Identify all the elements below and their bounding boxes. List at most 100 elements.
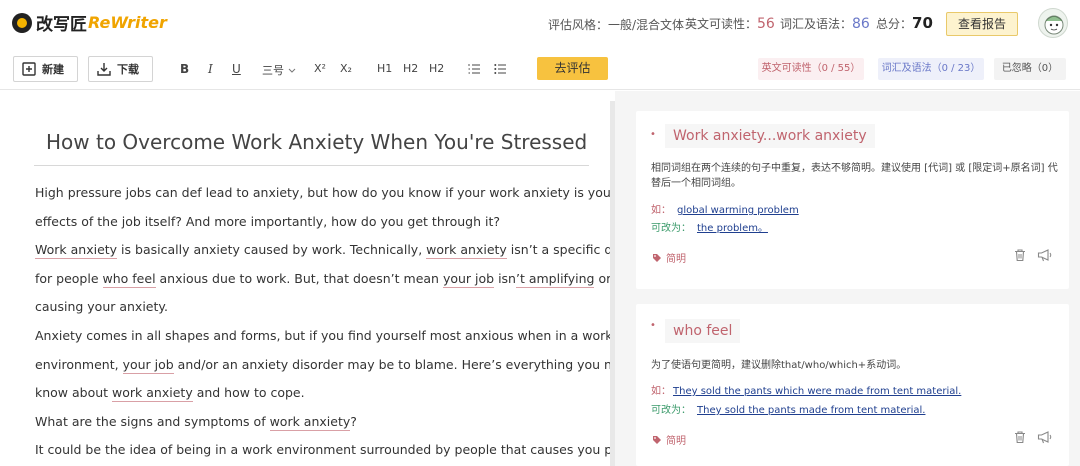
bullet-icon: • [650,320,656,331]
grammar-score: 词汇及语法：86 [780,15,870,32]
highlighted-issue[interactable]: work anxiety [269,413,351,431]
heading-2-button[interactable]: H2 [403,62,418,75]
document-line[interactable]: High pressure jobs can def lead to anxie… [35,179,657,208]
suggestion-description: 相同词组在两个连续的句子中重复，表达不够简明。建议使用 [代词] 或 [限定词+… [651,163,1058,189]
suggestions-panel: • Work anxiety...work anxiety 相同词组在两个连续的… [615,91,1080,466]
rewrite-text: They sold the pants made from tent mater… [697,405,926,416]
title-divider [34,165,589,166]
app-logo[interactable]: 改写匠 ReWriter [12,10,167,35]
italic-button[interactable]: I [208,62,213,76]
logo-chinese-text: 改写匠 [36,15,87,35]
filter-grammar-tab[interactable]: 词汇及语法（0 / 23） [878,58,984,80]
document-text: and/or an anxiety disorder may be to bla… [173,356,652,372]
bullet-icon: • [650,129,656,140]
logo-icon [12,12,32,33]
tag-icon [653,435,661,444]
highlighted-issue[interactable]: who feel [102,270,156,288]
suggestion-tag-label: 简明 [666,254,686,265]
suggestion-description: 为了使语句更简明，建议删除that/who/which+系动词。 [651,360,907,371]
evaluation-style: 评估风格：一般/混合文体 [548,16,684,33]
app-header: 改写匠 ReWriter 评估风格：一般/混合文体 英文可读性：56 词汇及语法… [0,0,1080,48]
readability-score-value: 56 [757,16,775,32]
highlighted-issue[interactable]: ’t amplifying [515,270,595,288]
suggestion-tag: 简明 [652,250,686,265]
filter-readability-tab[interactable]: 英文可读性（0 / 55） [758,58,864,80]
document-line[interactable]: environment, your job and/or an anxiety … [35,351,652,380]
avatar-icon[interactable] [1038,8,1068,38]
evaluation-style-value: 一般/混合文体 [608,18,685,32]
grammar-score-value: 86 [852,16,870,32]
total-score-value: 70 [912,14,933,32]
editor-toolbar: 新建 下载 B I U 三号 X² X₂ H1 H2 H2 去评估 英文可读性（… [0,48,1080,90]
document-text: for people [35,270,103,286]
heading-2-alt-button[interactable]: H2 [429,62,444,75]
suggestion-tag: 简明 [652,432,686,447]
rewrite-label: 可改为： [651,223,691,234]
rewrite-text: the problem。 [697,223,768,234]
document-text: causing your anxiety. [35,299,168,315]
document-text: ? [350,413,357,429]
megaphone-icon[interactable] [1037,248,1053,262]
suggestion-example: 如： They sold the pants which were made fr… [651,382,961,397]
trash-icon[interactable] [1013,248,1027,262]
download-button[interactable]: 下载 [88,56,153,82]
highlighted-issue[interactable]: Work anxiety [35,242,118,260]
document-text: isn [494,270,516,286]
document-editor[interactable]: How to Overcome Work Anxiety When You're… [0,91,663,466]
chevron-down-icon [288,68,295,73]
ordered-list-icon [468,64,480,74]
evaluation-style-label: 评估风格： [548,18,609,32]
document-text: is basically anxiety caused by work. Tec… [117,242,427,258]
document-line[interactable]: Work anxiety is basically anxiety caused… [35,236,663,265]
document-text: environment, [35,356,123,372]
new-document-icon [22,62,36,76]
evaluate-button[interactable]: 去评估 [537,57,608,80]
new-button-label: 新建 [42,63,64,76]
logo-english-text: ReWriter [88,13,167,32]
document-text: and how to cope. [192,385,305,401]
suggestion-card[interactable]: • who feel 为了使语句更简明，建议删除that/who/which+系… [636,304,1069,466]
total-score: 总分：70 [876,14,933,32]
suggestion-rewrite: 可改为： the problem。 [651,219,768,234]
heading-1-button[interactable]: H1 [377,62,392,75]
document-line[interactable]: What are the signs and symptoms of work … [35,408,595,437]
document-body[interactable]: High pressure jobs can def lead to anxie… [35,179,663,465]
document-text: effects of the job itself? And more impo… [35,213,501,229]
suggestion-rewrite: 可改为： They sold the pants made from tent m… [651,401,925,416]
rewrite-label: 可改为： [651,405,691,416]
document-line[interactable]: for people who feel anxious due to work.… [35,265,611,294]
bold-button[interactable]: B [180,62,189,76]
document-line[interactable]: causing your anxiety. [35,293,595,322]
trash-icon[interactable] [1013,430,1027,444]
example-text: global warming problem [677,205,799,216]
font-size-select[interactable]: 三号 [262,62,296,78]
unordered-list-button[interactable] [494,63,507,78]
new-button[interactable]: 新建 [13,56,78,82]
document-line[interactable]: It could be the idea of being in a work … [35,436,638,465]
font-size-value: 三号 [262,64,284,77]
document-line[interactable]: know about work anxiety and how to cope. [35,379,595,408]
filter-ignored-tab[interactable]: 已忽略（0） [994,58,1066,80]
document-text: It could be the idea of being in a work … [35,442,639,458]
highlighted-issue[interactable]: your job [442,270,495,288]
document-line[interactable]: Anxiety comes in all shapes and forms, b… [35,322,613,351]
document-text: What are the signs and symptoms of [35,413,270,429]
suggestion-card[interactable]: • Work anxiety...work anxiety 相同词组在两个连续的… [636,111,1069,289]
megaphone-icon[interactable] [1037,430,1053,444]
superscript-button[interactable]: X² [314,62,326,75]
document-line[interactable]: effects of the job itself? And more impo… [35,208,595,237]
highlighted-issue[interactable]: work anxiety [112,385,193,403]
ordered-list-button[interactable] [468,63,481,78]
suggestion-term[interactable]: who feel [665,319,741,343]
total-score-label: 总分： [876,17,913,31]
highlighted-issue[interactable]: your job [122,356,174,374]
document-title[interactable]: How to Overcome Work Anxiety When You're… [46,130,587,154]
suggestion-term[interactable]: Work anxiety...work anxiety [665,124,875,148]
document-text: or [594,270,612,286]
underline-button[interactable]: U [232,62,241,76]
subscript-button[interactable]: X₂ [340,62,352,75]
view-report-button[interactable]: 查看报告 [946,12,1018,36]
highlighted-issue[interactable]: work anxiety [426,242,507,260]
readability-score-label: 英文可读性： [685,17,758,31]
suggestion-example: 如： global warming problem [651,201,799,216]
